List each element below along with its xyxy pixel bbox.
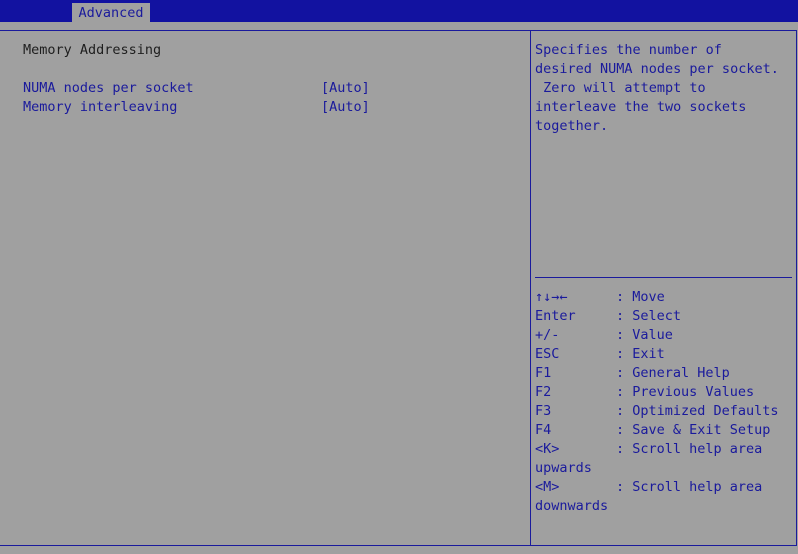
key-desc-scroll-up: : Scroll help area [616,441,763,457]
key-desc-scroll-up-cont: upwards [535,460,592,476]
section-title: Memory Addressing [23,42,162,58]
key-desc-exit: : Exit [616,346,665,362]
setting-numa-nodes-label[interactable]: NUMA nodes per socket [23,79,194,98]
key-f3: F3 [535,403,552,419]
help-text-line: together. [535,118,609,134]
help-text-line: desired NUMA nodes per socket. [535,61,779,77]
key-f2: F2 [535,384,552,400]
setting-memory-interleaving-value[interactable]: [Auto] [321,98,370,117]
key-arrows-icon: ↑↓→← [535,289,568,305]
help-text-line: Zero will attempt to [535,80,706,96]
panel-divider [530,30,531,545]
key-desc-move: : Move [616,289,665,305]
setting-memory-interleaving-label[interactable]: Memory interleaving [23,98,177,117]
key-desc-previous-values: : Previous Values [616,384,755,400]
setting-numa-nodes-value[interactable]: [Auto] [321,79,370,98]
key-plus-minus: +/- [535,327,560,343]
key-enter: Enter [535,308,576,324]
tab-advanced[interactable]: Advanced [72,3,150,22]
key-m: <M> [535,479,560,495]
key-desc-scroll-down-cont: downwards [535,498,609,514]
key-desc-save-exit: : Save & Exit Setup [616,422,771,438]
key-esc: ESC [535,346,560,362]
key-k: <K> [535,441,560,457]
help-separator [535,277,792,278]
help-text-line: Specifies the number of [535,42,722,58]
key-desc-general-help: : General Help [616,365,730,381]
key-f4: F4 [535,422,552,438]
key-desc-scroll-down: : Scroll help area [616,479,763,495]
key-desc-value: : Value [616,327,673,343]
help-text-line: interleave the two sockets [535,99,747,115]
key-desc-select: : Select [616,308,682,324]
key-f1: F1 [535,365,552,381]
key-desc-optimized-defaults: : Optimized Defaults [616,403,779,419]
